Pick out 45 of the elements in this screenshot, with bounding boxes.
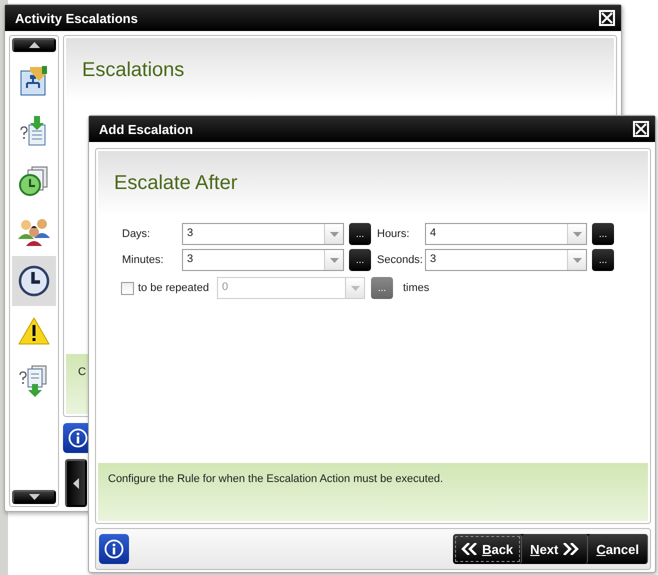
info-button[interactable] [99,534,129,564]
dropdown-arrow-icon [330,232,338,236]
section-title: Escalations [82,58,184,82]
scroll-up-button[interactable] [12,38,56,52]
field-label: Days: [122,228,152,240]
back-chevron-icon [461,543,480,555]
times-label: times [403,282,430,294]
ellipsis-button[interactable]: ... [349,223,371,245]
ellipsis-button[interactable]: ... [592,249,614,271]
days-dropdown[interactable]: 3 [182,223,344,245]
left-arrow-icon [73,478,79,488]
field-label: Hours: [377,228,410,240]
collapse-button[interactable] [65,459,87,507]
ellipsis-button[interactable]: ... [592,223,614,245]
checkbox-label: to be repeated [138,282,210,294]
next-button[interactable]: Next [522,534,588,564]
close-icon[interactable] [633,121,649,137]
dropdown-arrow-icon [572,258,582,262]
warning-icon [18,316,50,346]
dropdown-arrow-icon [572,232,582,236]
clock-documents-icon [18,165,50,197]
section-title: Escalate After [114,172,238,194]
back-button[interactable]: Back [453,534,522,564]
cancel-button[interactable]: Cancel [588,534,648,564]
field-label: Seconds: [377,254,424,266]
sidebar-item[interactable] [12,256,56,306]
dropdown-arrow-icon [350,286,360,290]
dialog-title: Add Escalation [99,122,193,136]
field-label: Minutes: [122,254,165,266]
info-text: C [78,366,86,378]
scroll-down-button[interactable] [12,490,56,504]
info-icon [104,539,124,559]
clock-icon [18,265,50,297]
up-arrow-icon [28,42,40,48]
forward-chevron-icon [561,543,580,555]
info-text: Configure the Rule for when the Escalation Action must be executed. [108,473,444,485]
minutes-dropdown[interactable]: 3 [182,249,344,271]
close-icon[interactable] [599,10,615,26]
flowchart-icon [18,65,50,97]
window-title: Activity Escalations [15,10,138,26]
ellipsis-button[interactable]: ... [349,249,371,271]
down-arrow-icon [28,494,40,500]
dropdown-arrow-icon [330,258,338,262]
seconds-dropdown[interactable]: 3 [425,249,587,271]
hours-dropdown[interactable]: 4 [425,223,587,245]
